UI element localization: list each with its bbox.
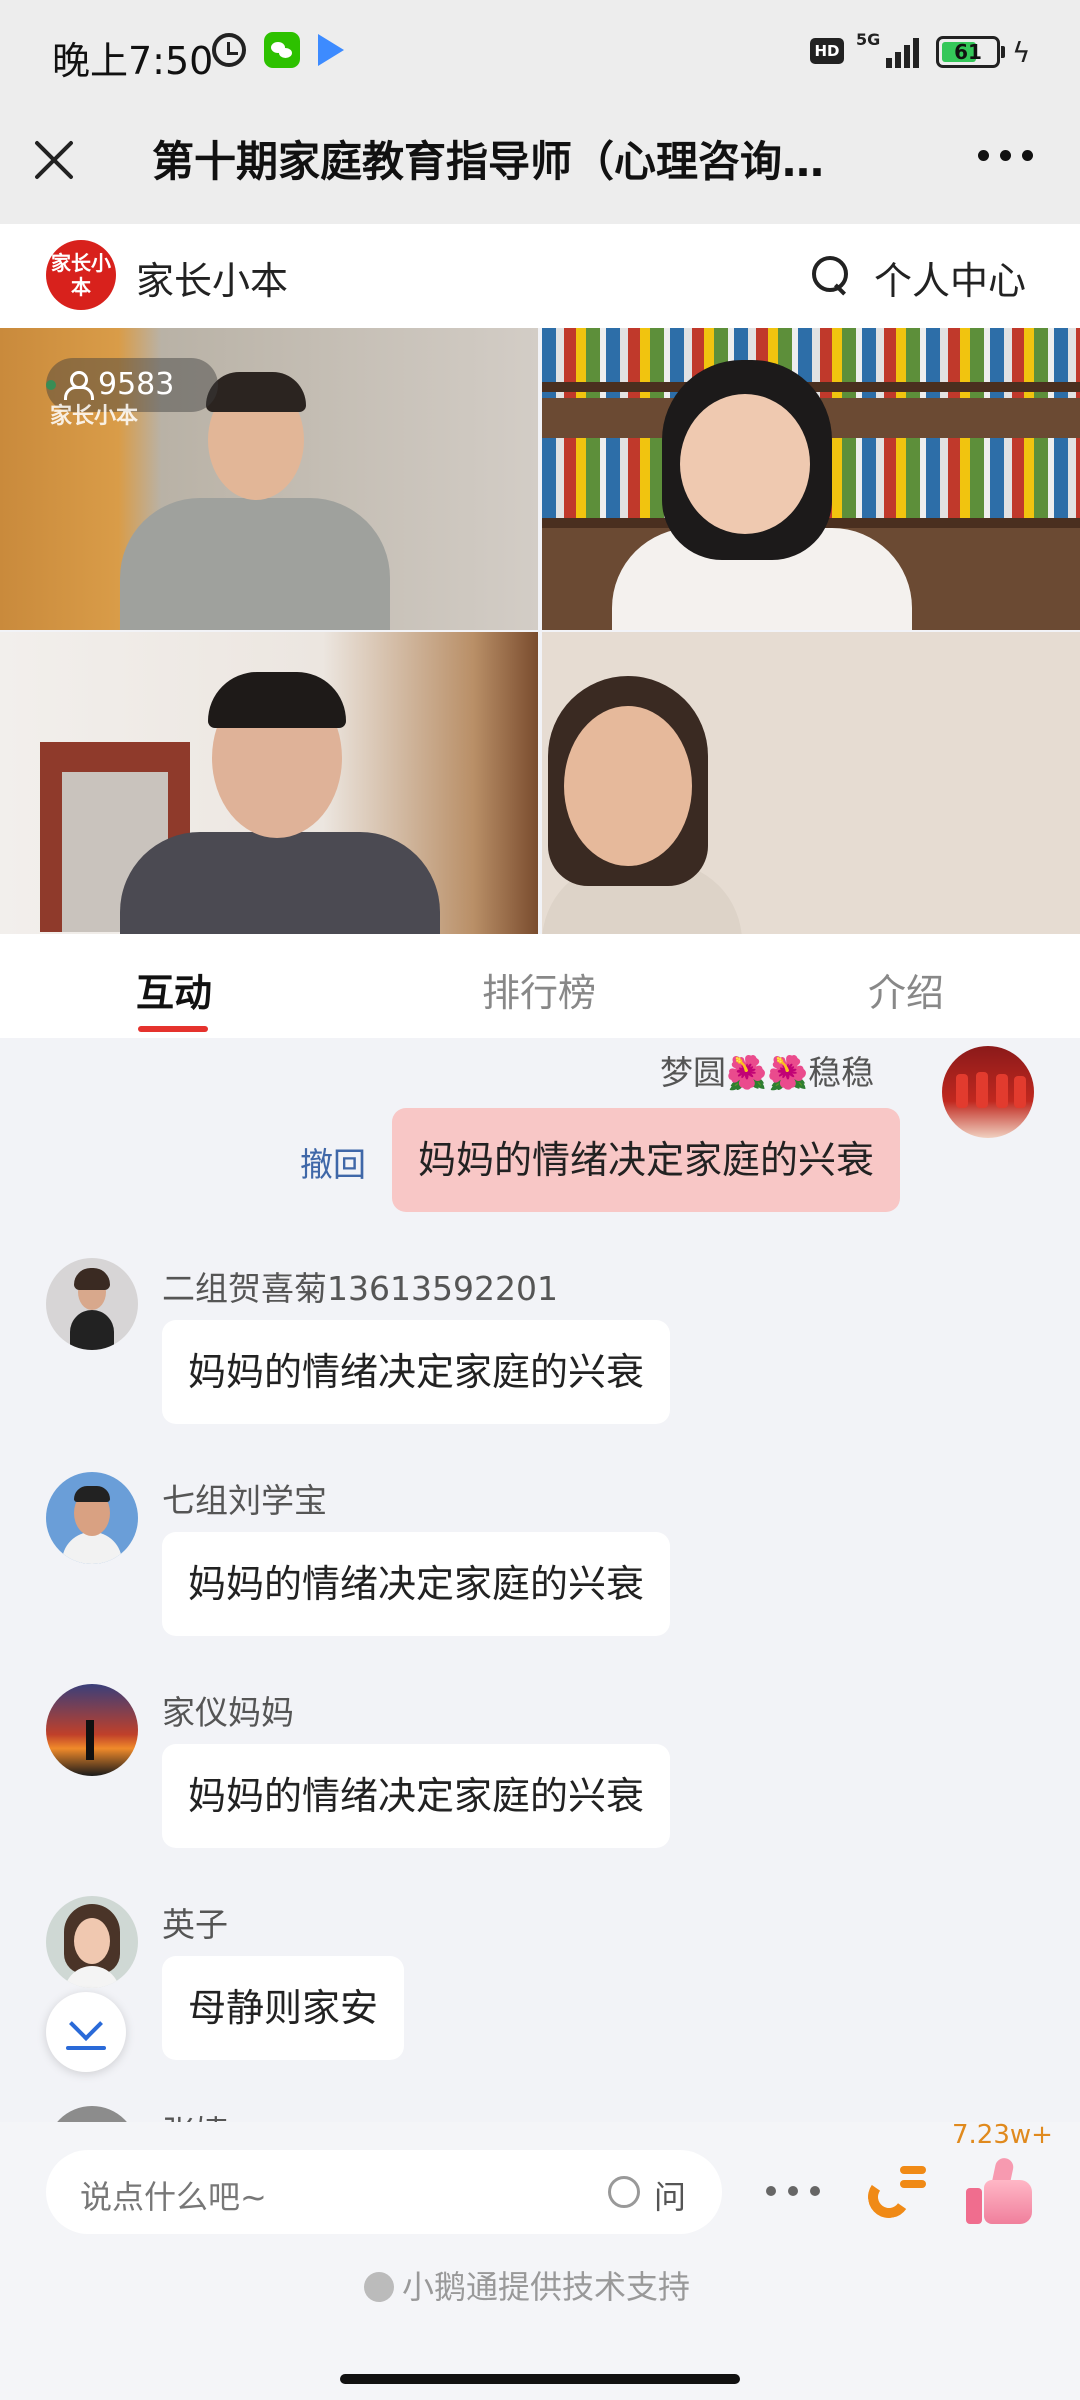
search-icon[interactable] (812, 256, 850, 294)
video-tile-guest-1[interactable] (542, 328, 1080, 630)
brand-logo[interactable]: 家长小本 (46, 240, 116, 310)
more-options-icon[interactable] (978, 150, 1038, 162)
arrow-down-icon (69, 2007, 103, 2041)
home-indicator[interactable] (340, 2374, 740, 2384)
avatar[interactable] (46, 1896, 138, 1988)
alarm-icon (212, 33, 246, 67)
message-bubble[interactable]: 母静则家安 (162, 1956, 405, 2060)
charging-icon: ϟ (1012, 36, 1031, 69)
signal-icon (886, 36, 922, 68)
message-bubble[interactable]: 妈妈的情绪决定家庭的兴衰 (162, 1532, 671, 1636)
ask-question-toggle[interactable] (608, 2176, 640, 2208)
ask-question-label[interactable]: 问 (654, 2172, 686, 2218)
wechat-icon (264, 32, 300, 68)
page-title: 第十期家庭教育指导师（心理咨询… (152, 137, 825, 186)
thumbs-up-icon[interactable] (964, 2156, 1036, 2224)
avatar[interactable] (46, 1258, 138, 1350)
sender-name: 英子 (162, 1905, 228, 1944)
likes-count: 7.23w+ (952, 2120, 1053, 2150)
play-store-icon (318, 34, 344, 66)
more-icon[interactable] (766, 2186, 822, 2198)
xiaoetong-logo-icon (364, 2272, 394, 2302)
network-type: 5G (856, 30, 881, 49)
personal-center-link[interactable]: 个人中心 (874, 250, 1026, 305)
active-tab-indicator (138, 1026, 208, 1032)
comment-input-placeholder[interactable]: 说点什么吧~ (80, 2172, 267, 2218)
tab-leaderboard[interactable]: 排行榜 (482, 962, 596, 1017)
avatar[interactable] (942, 1046, 1034, 1138)
scroll-to-bottom-button[interactable] (46, 1992, 126, 2072)
message-bubble[interactable]: 妈妈的情绪决定家庭的兴衰 (162, 1320, 671, 1424)
video-watermark: 家长小本 (50, 404, 139, 429)
video-tile-guest-2[interactable] (0, 632, 538, 934)
tech-support-credit: 小鹅通提供技术支持 (364, 2262, 690, 2308)
recall-button[interactable]: 撤回 (300, 1138, 366, 1186)
message-bubble[interactable]: 妈妈的情绪决定家庭的兴衰 (162, 1744, 671, 1848)
battery-icon: 61 (936, 36, 1005, 68)
viewer-count: 9583 (98, 367, 175, 402)
sender-name: 七组刘学宝 (162, 1481, 327, 1520)
avatar[interactable] (46, 1684, 138, 1776)
status-time: 晚上7:50 (52, 39, 214, 83)
viewers-icon (64, 371, 94, 400)
tab-interaction[interactable]: 互动 (136, 962, 212, 1017)
brand-name[interactable]: 家长小本 (136, 250, 288, 305)
battery-level: 61 (954, 40, 982, 64)
video-tile-guest-3[interactable] (542, 632, 1080, 934)
close-icon[interactable] (32, 138, 76, 182)
sender-name: 二组贺喜菊13613592201 (162, 1269, 558, 1308)
phone-call-icon[interactable] (864, 2160, 928, 2224)
sender-name: 梦圆🌺🌺稳稳 (660, 1053, 875, 1092)
live-video-grid[interactable] (0, 328, 1080, 934)
avatar[interactable] (46, 1472, 138, 1564)
my-message-bubble[interactable]: 妈妈的情绪决定家庭的兴衰 (392, 1108, 901, 1212)
status-bar: 晚上7:50 HD 5G 61 ϟ (0, 0, 1080, 100)
sender-name: 家仪妈妈 (162, 1693, 294, 1732)
tab-introduction[interactable]: 介绍 (868, 962, 944, 1017)
hd-icon: HD (810, 38, 844, 64)
